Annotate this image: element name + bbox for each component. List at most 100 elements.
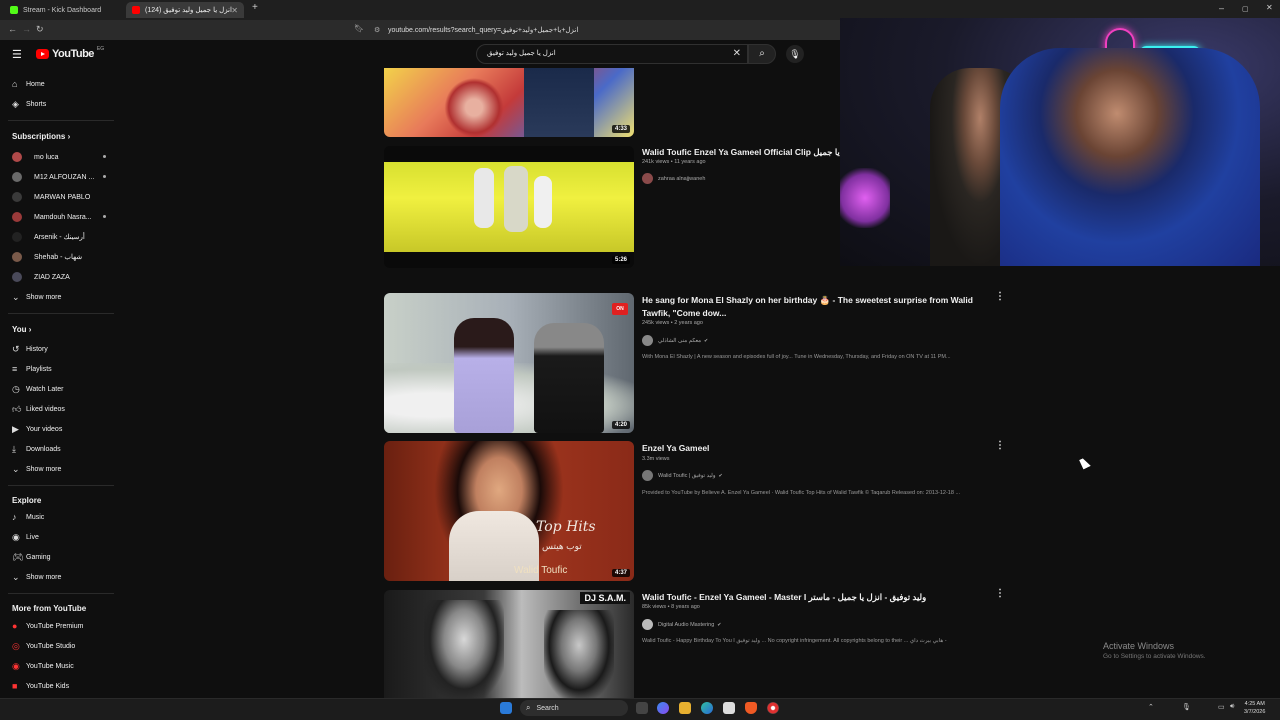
sidebar-item-youtube-premium[interactable]: ● YouTube Premium <box>0 617 118 635</box>
tab-kick-dashboard[interactable]: Stream - Kick Dashboard <box>4 2 122 18</box>
subscription-item[interactable]: Shehab - شهاب <box>0 248 118 266</box>
channel-name: Walid Toufic | وليد توفيق <box>658 472 716 479</box>
video-meta: 85k views • 8 years ago <box>642 604 700 610</box>
sidebar-item-shorts[interactable]: ◈ Shorts <box>0 95 118 113</box>
edge-icon[interactable] <box>701 702 713 714</box>
taskbar-clock[interactable]: 4:25 AM 3/7/2026 <box>1244 700 1265 716</box>
channel-name: Digital Audio Mastering <box>658 621 715 628</box>
video-thumbnail[interactable]: Top Hits توب هيتس Walid Toufic 4:37 <box>384 441 634 581</box>
subscription-item[interactable]: Mamdouh Nasra... <box>0 208 118 226</box>
channel-link[interactable]: Walid Toufic | وليد توفيق ✔ <box>642 470 723 481</box>
video-thumbnail[interactable]: ON 4:20 <box>384 293 634 433</box>
forward-arrow-icon[interactable]: → <box>22 24 31 34</box>
voice-search-button[interactable]: 🎙︎ <box>786 45 804 63</box>
video-thumbnail[interactable]: 4:33 <box>384 68 634 137</box>
more-actions-icon[interactable]: ⋮ <box>995 588 1005 599</box>
file-explorer-icon[interactable] <box>679 702 691 714</box>
video-title[interactable]: Enzel Ya Gameel <box>642 442 982 455</box>
search-button[interactable]: ⌕ <box>748 44 776 64</box>
taskbar-search[interactable]: ⌕ Search <box>520 700 628 716</box>
video-title[interactable]: He sang for Mona El Shazly on her birthd… <box>642 294 982 320</box>
more-actions-icon[interactable]: ⋮ <box>995 440 1005 451</box>
video-title[interactable]: Walid Toufic - Enzel Ya Gameel - Master … <box>642 591 982 604</box>
sidebar-item-live[interactable]: ◉ Live <box>0 528 118 546</box>
sidebar-item-downloads[interactable]: ⤓ Downloads <box>0 440 118 458</box>
video-meta: 241k views • 11 years ago <box>642 159 706 165</box>
tab-label: (124) انزل يا جميل وليد توفيق - ... <box>145 7 233 14</box>
video-thumbnail[interactable]: DJ S.A.M. <box>384 590 634 698</box>
sidebar-item-music[interactable]: ♪ Music <box>0 508 118 526</box>
you-show-more[interactable]: ⌄ Show more <box>0 460 118 478</box>
sidebar-item-home[interactable]: ⌂ Home <box>0 75 118 93</box>
youtube-favicon-icon <box>132 6 140 14</box>
microphone-tray-icon[interactable]: 🎙︎ <box>1182 703 1191 711</box>
thumbnail-caption: Walid Toufic <box>514 565 568 576</box>
sidebar-item-your-videos[interactable]: ▶ Your videos <box>0 420 118 438</box>
chevron-down-icon: ⌄ <box>12 291 20 302</box>
channel-avatar <box>12 272 22 282</box>
brave-icon[interactable] <box>745 702 757 714</box>
sidebar-item-playlists[interactable]: ≡ Playlists <box>0 360 118 378</box>
you-header[interactable]: You › <box>12 325 31 334</box>
sidebar-item-youtube-kids[interactable]: ■ YouTube Kids <box>0 677 118 695</box>
close-tab-icon[interactable]: ✕ <box>231 6 238 15</box>
obs-icon[interactable] <box>767 702 779 714</box>
minimize-button[interactable]: – <box>1219 3 1224 13</box>
clear-search-icon[interactable]: ✕ <box>733 45 741 63</box>
sidebar-item-watch-later[interactable]: ◷ Watch Later <box>0 380 118 398</box>
channel-link[interactable]: Digital Audio Mastering ✔ <box>642 619 721 630</box>
close-window-button[interactable]: ✕ <box>1266 3 1273 12</box>
more-actions-icon[interactable]: ⋮ <box>995 291 1005 302</box>
explore-header: Explore <box>12 496 42 505</box>
sidebar-item-history[interactable]: ↺ History <box>0 340 118 358</box>
back-arrow-icon[interactable]: ← <box>8 24 17 34</box>
sidebar-item-youtube-music[interactable]: ◉ YouTube Music <box>0 657 118 675</box>
sidebar-item-label: Shehab - شهاب <box>34 254 83 261</box>
tab-youtube-search[interactable]: (124) انزل يا جميل وليد توفيق - ... ✕ <box>126 2 244 18</box>
music-icon: ♪ <box>12 512 17 522</box>
site-info-icon[interactable]: ⚙ <box>374 26 380 34</box>
youtube-music-icon: ◉ <box>12 660 20 671</box>
sidebar-item-youtube-studio[interactable]: ◎ YouTube Studio <box>0 637 118 655</box>
playlists-icon: ≡ <box>12 364 18 374</box>
watch-later-icon: ◷ <box>12 383 20 394</box>
subscription-item[interactable]: ZIAD ZAZA <box>0 268 118 286</box>
subscription-item[interactable]: mo luca <box>0 148 118 166</box>
store-icon[interactable] <box>723 702 735 714</box>
reload-icon[interactable]: ↻ <box>36 24 44 35</box>
sidebar-item-gaming[interactable]: 🎮︎ Gaming <box>0 548 118 566</box>
channel-link[interactable]: zahraa alnajjwaneh <box>642 173 705 184</box>
copilot-icon[interactable] <box>657 702 669 714</box>
subscriptions-header[interactable]: Subscriptions › <box>12 132 70 141</box>
subscription-item[interactable]: M12 ALFOUZAN ... <box>0 168 118 186</box>
subscriptions-show-more[interactable]: ⌄ Show more <box>0 288 118 306</box>
hamburger-menu-icon[interactable]: ☰ <box>12 48 22 61</box>
subscription-item[interactable]: Arsenik - أرسينك <box>0 228 118 246</box>
url-field[interactable]: ⚙ youtube.com/results?search_query=انزل+… <box>368 22 838 37</box>
channel-avatar <box>642 173 653 184</box>
video-thumbnail[interactable]: 5:26 <box>384 146 634 268</box>
sidebar-item-liked-videos[interactable]: 👍︎ Liked videos <box>0 400 118 418</box>
browser-tab-strip: Stream - Kick Dashboard (124) انزل يا جم… <box>0 0 1280 20</box>
explore-show-more[interactable]: ⌄ Show more <box>0 568 118 586</box>
video-meta: 245k views • 2 years ago <box>642 320 703 326</box>
like-icon: 👍︎ <box>12 403 22 414</box>
subscription-item[interactable]: MARWAN PABLO <box>0 188 118 206</box>
windows-start-icon[interactable] <box>500 702 512 714</box>
sidebar-item-label: Home <box>26 80 45 88</box>
video-description: Provided to YouTube by Believe A. Enzel … <box>642 490 961 496</box>
youtube-logo[interactable]: YouTube EG <box>36 46 104 60</box>
rgb-light <box>840 168 890 228</box>
sidebar-item-label: History <box>26 345 48 353</box>
new-tab-button[interactable]: + <box>252 2 258 13</box>
thumbnail-figure <box>534 323 604 433</box>
task-view-icon[interactable] <box>636 702 648 714</box>
maximize-button[interactable]: ▢ <box>1242 5 1249 13</box>
tab-label: Stream - Kick Dashboard <box>23 6 102 14</box>
search-input[interactable]: انزل يا جميل وليد توفيق ✕ <box>476 44 748 64</box>
network-icon[interactable]: ▭ <box>1218 703 1225 711</box>
tray-chevron-icon[interactable]: ⌃ <box>1148 703 1154 711</box>
bookmark-icon[interactable]: 🔖︎ <box>354 24 364 33</box>
channel-link[interactable]: معكم منى الشاذلي ✔ <box>642 335 708 346</box>
volume-icon[interactable]: 🔊︎ <box>1230 703 1234 711</box>
